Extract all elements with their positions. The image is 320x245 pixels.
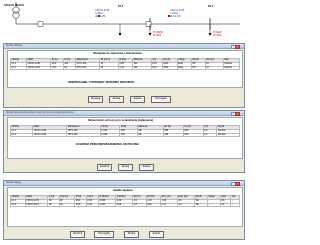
voltage-drop-window: Spadki napięć _ × Spadki napięcia Obwód Ka… bbox=[3, 180, 245, 240]
table-cell: 230 bbox=[182, 132, 204, 138]
save-button[interactable]: Zapisz bbox=[149, 231, 164, 238]
table-cell: 0,91 bbox=[145, 202, 161, 208]
close-icon[interactable]: × bbox=[235, 111, 240, 117]
table-cell: 429 bbox=[162, 132, 184, 138]
table-cell: YAKXs 4x25 bbox=[24, 202, 49, 208]
panel-header: Skuteczność ochrony przy uszkodzeniu (wy… bbox=[88, 119, 154, 122]
node-label: K1.2 bbox=[208, 5, 214, 8]
window-title: Spadki napięć _ × bbox=[4, 181, 244, 187]
print-button[interactable]: Drukuj bbox=[118, 164, 133, 171]
result-banner: OCHRONA PRZECIWPORAŻENIOWA: SKUTECZNA bbox=[76, 143, 140, 146]
load-arrow-icon bbox=[118, 24, 122, 36]
table-cell: Tak bbox=[193, 202, 208, 208]
table-cell: Spełnia bbox=[222, 65, 241, 71]
voltage-drop-panel: Spadki napięcia Obwód Kabel L [m] S [mm²… bbox=[7, 187, 243, 227]
result-banner: OBWÓD/KABEL: POPRAWNY, WARUNEK SPEŁNIONY bbox=[68, 81, 135, 84]
table-cell: 2,11 bbox=[159, 202, 178, 208]
cable-annotation-line: dU=1.2% bbox=[95, 15, 106, 18]
table-cell: 15,8 bbox=[50, 65, 64, 71]
load-annotation-line: Ib=26A bbox=[153, 34, 162, 37]
details-button[interactable]: Szczegóły bbox=[151, 96, 171, 103]
table-cell: K1.2 bbox=[10, 65, 27, 71]
load-arrow-icon bbox=[208, 24, 212, 36]
load-annotation-line: Ib=16A bbox=[213, 34, 222, 37]
protection-window: Wyniki sprawdzenia skuteczności ochrony … bbox=[3, 110, 245, 173]
breaker-icon bbox=[145, 21, 152, 27]
close-icon[interactable]: × bbox=[235, 181, 240, 187]
table-cell: 25 bbox=[99, 65, 119, 71]
table-cell: OK bbox=[219, 202, 232, 208]
table-cell: 0,19 bbox=[150, 65, 163, 71]
table-cell: 45 bbox=[47, 202, 60, 208]
table-cell: 0,536 bbox=[99, 132, 121, 138]
cable-annotation: YAKXs 4x25 L=45m dU=2.1% bbox=[170, 9, 184, 18]
protection-panel: Skuteczność ochrony przy uszkodzeniu (wy… bbox=[7, 117, 243, 159]
table-cell: 0,93 bbox=[85, 202, 99, 208]
results-window: Wyniki obliczeń _ × Obciążalność zwarciowa… bbox=[3, 43, 245, 108]
table-cell: WTS 25A bbox=[74, 65, 101, 71]
table-cell: YAKXs 4x25 bbox=[25, 65, 52, 71]
table-cell: - bbox=[206, 202, 221, 208]
table-cell: 10 bbox=[204, 65, 224, 71]
table-cell: K1.2 bbox=[10, 202, 26, 208]
table-cell: 84 bbox=[62, 65, 76, 71]
cable-annotation: YAKXs 4x35 L=80m dU=1.2% bbox=[95, 9, 109, 18]
table-cell: 4,8 bbox=[132, 202, 147, 208]
results-panel: Obciążalność zwarciowa i obliczeniowa Ob… bbox=[7, 50, 243, 88]
save-button[interactable]: Zapisz bbox=[139, 164, 154, 171]
table-cell: - bbox=[230, 202, 240, 208]
load-annotation: P=9kW Ib=16A bbox=[213, 31, 221, 37]
voltage-drop-table: Obwód Kabel L [m] S [mm²] Ib [A] cos φ R… bbox=[10, 195, 240, 208]
table-cell: 3,0 bbox=[176, 202, 195, 208]
table-cell: Tak bbox=[136, 132, 164, 138]
protection-table: Obwód Kabel Zabezpiecz. Zs [Ω] Ia [A] Wa… bbox=[10, 125, 240, 138]
table-row[interactable]: K1.2 YAKXs 4x25 15,8 84 WTS 25A 25 1,12 … bbox=[10, 65, 241, 71]
details-button[interactable]: Szczegóły bbox=[94, 231, 114, 238]
panel-header: Obciążalność zwarciowa i obliczeniowa bbox=[93, 52, 142, 55]
table-cell: OK bbox=[190, 65, 206, 71]
table-cell: YAKXs 4x25 bbox=[31, 132, 68, 138]
table-cell: 0,4 bbox=[202, 132, 218, 138]
save-button[interactable]: Zapisz bbox=[130, 96, 145, 103]
print-button[interactable]: Drukuj bbox=[124, 231, 139, 238]
print-button[interactable]: Drukuj bbox=[109, 96, 124, 103]
window-title: Wyniki sprawdzenia skuteczności ochrony … bbox=[4, 111, 244, 117]
table-cell: 1,200 bbox=[97, 202, 117, 208]
table-cell: K1.2 bbox=[10, 132, 33, 138]
close-button[interactable]: Zamknij bbox=[70, 231, 85, 238]
station-label: STACJA TRAFO bbox=[4, 4, 24, 7]
panel-header: Spadki napięcia bbox=[113, 189, 133, 192]
window-title: Wyniki obliczeń _ × bbox=[4, 44, 244, 50]
table-row[interactable]: K1.2 YAKXs 4x25 45 25 15,8 0,93 1,200 0,… bbox=[10, 202, 240, 208]
table-cell: Tak bbox=[131, 65, 152, 71]
close-button[interactable]: Zamknij bbox=[88, 96, 103, 103]
table-cell: 3540 bbox=[161, 65, 178, 71]
results-table: Obwód Kabel Ib [A] Iz [A] Zabezpiecz. Sk… bbox=[10, 58, 241, 71]
table-cell: 15,8 bbox=[74, 202, 87, 208]
cable-annotation-line: dU=2.1% bbox=[170, 15, 181, 18]
table-cell: Brak bbox=[176, 65, 192, 71]
table-cell: 0,08 bbox=[115, 202, 134, 208]
table-cell: WTS 25A bbox=[66, 132, 101, 138]
table-cell: Spełnia bbox=[216, 132, 240, 138]
table-cell: 1,12 bbox=[117, 65, 133, 71]
close-button[interactable]: Zamknij bbox=[97, 164, 112, 171]
node-label: K1.1 bbox=[118, 5, 124, 8]
load-annotation: P=15kW Ib=26A bbox=[153, 31, 163, 37]
close-icon[interactable]: × bbox=[235, 44, 240, 50]
table-cell: 25 bbox=[58, 202, 76, 208]
table-row[interactable]: K1.2 YAKXs 4x25 WTS 25A 0,536 125 Tak 42… bbox=[10, 132, 240, 138]
table-cell: 125 bbox=[119, 132, 138, 138]
breaker-icon bbox=[37, 21, 44, 27]
